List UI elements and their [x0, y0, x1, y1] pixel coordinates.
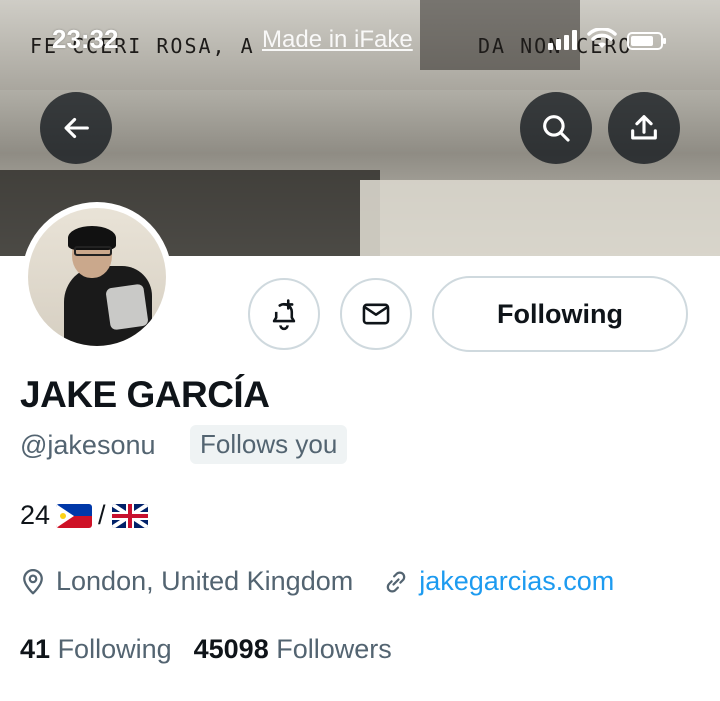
following-button[interactable]: Following — [432, 276, 688, 352]
battery-icon — [627, 32, 666, 50]
location-pin-icon — [23, 568, 43, 594]
following-label: Following — [57, 634, 172, 664]
bio: 24 / — [20, 500, 148, 531]
avatar[interactable] — [22, 202, 172, 352]
back-button[interactable] — [40, 92, 112, 164]
share-button[interactable] — [608, 92, 680, 164]
envelope-icon — [362, 303, 390, 325]
watermark: Made in iFake — [262, 26, 413, 53]
search-button[interactable] — [520, 92, 592, 164]
search-icon — [543, 115, 570, 142]
profile-meta: London, United Kingdom jakegarcias.com — [18, 566, 614, 597]
location-text: London, United Kingdom — [56, 566, 354, 596]
following-count: 41 — [20, 634, 51, 664]
followers-count: 45098 — [193, 634, 269, 664]
website-link[interactable]: jakegarcias.com — [419, 566, 614, 597]
bio-age: 24 — [20, 500, 51, 530]
following-stat[interactable]: 41 Following — [20, 634, 172, 665]
avatar-photo — [28, 208, 166, 346]
bio-separator: / — [98, 500, 106, 530]
display-name: JAKE GARCÍA — [20, 374, 270, 415]
arrow-left-icon — [64, 117, 89, 139]
message-button[interactable] — [340, 278, 412, 350]
bell-plus-icon — [272, 299, 296, 331]
share-icon — [631, 115, 657, 140]
followers-label: Followers — [276, 634, 392, 664]
follows-you-badge: Follows you — [190, 425, 348, 464]
notifications-button[interactable] — [248, 278, 320, 350]
status-icons — [548, 26, 666, 50]
philippines-flag-icon — [56, 503, 93, 528]
link-icon — [386, 570, 406, 593]
banner-art-shape — [360, 180, 720, 256]
status-time: 23:32 — [52, 24, 119, 54]
handle: @jakesonu — [20, 430, 156, 460]
follow-stats: 41 Following 45098 Followers — [20, 634, 392, 665]
followers-stat[interactable]: 45098 Followers — [194, 634, 392, 665]
wifi-icon — [587, 28, 617, 48]
uk-flag-icon — [111, 503, 148, 528]
cellular-signal-icon — [548, 30, 577, 50]
